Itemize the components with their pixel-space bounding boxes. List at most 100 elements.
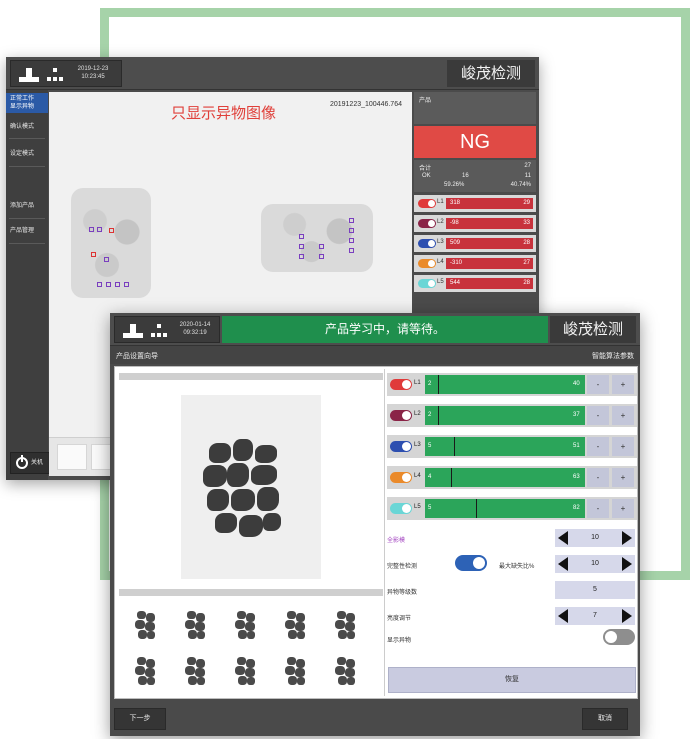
lane-plus-button[interactable]: +	[612, 375, 634, 394]
lane-minus-button[interactable]: -	[587, 375, 609, 394]
back-sidebar: 正常工作 显示异物 确认模式 设定模式 添加产品 产品管理	[6, 90, 48, 480]
product-thumbnail[interactable]	[229, 607, 265, 643]
lane-right-value: 28	[523, 280, 530, 286]
foreign-marker	[89, 227, 94, 232]
integrity-check-toggle[interactable]	[455, 555, 487, 571]
front-brand-title: 峻茂检测	[550, 316, 636, 343]
increase-arrow-icon[interactable]	[622, 557, 632, 571]
cancel-button[interactable]: 取消	[582, 708, 628, 730]
product-thumbnail[interactable]	[329, 607, 365, 643]
lane-threshold-marker[interactable]	[437, 406, 439, 425]
lane-plus-button[interactable]: +	[612, 406, 634, 425]
network-icon[interactable]	[47, 68, 63, 82]
back-date: 2019-12-23	[77, 66, 109, 72]
lane-toggle[interactable]	[418, 279, 436, 288]
machine-icon[interactable]	[19, 68, 39, 82]
learning-status-banner: 产品学习中，请等待。	[222, 316, 548, 343]
lane-range-bar[interactable]	[425, 499, 585, 518]
next-step-button[interactable]: 下一步	[114, 708, 166, 730]
lane-threshold-marker[interactable]	[437, 375, 439, 394]
lane-toggle[interactable]	[418, 259, 436, 268]
front-window: 2020-01-14 09:32:19 产品学习中，请等待。 峻茂检测 产品设置…	[110, 313, 640, 736]
sidebar-item-product-manage[interactable]: 产品管理	[6, 227, 48, 235]
reset-button[interactable]: 恢复	[388, 667, 636, 693]
lane-name: L4	[414, 473, 421, 479]
front-body: L1 2 40- + L2 2 37- + L3 5 51- + L4 4 63- + L5 5 82- + 全影模 …	[114, 366, 638, 699]
sidebar-item-label: 显示异物	[10, 104, 35, 110]
lane-threshold-marker[interactable]	[476, 499, 478, 518]
brightness-stepper[interactable]: 7	[555, 607, 635, 625]
lane-toggle[interactable]	[390, 410, 412, 421]
lane-low-value: 2	[428, 381, 432, 387]
product-thumbnail[interactable]	[279, 607, 315, 643]
product-thumbnail[interactable]	[179, 653, 215, 689]
lane-plus-button[interactable]: +	[612, 499, 634, 518]
sidebar-item-setting-mode[interactable]: 设定模式	[6, 150, 48, 158]
lane-minus-button[interactable]: -	[587, 468, 609, 487]
back-lane-list: L1 318 29 L2 -98 33 L3 509 28 L4 -310 27 L5 544 28	[414, 195, 536, 292]
product-label: 产品	[414, 92, 536, 124]
product-thumbnail[interactable]	[129, 607, 165, 643]
sidebar-item-confirm-mode[interactable]: 确认模式	[6, 123, 48, 131]
lane-right-value: 29	[523, 200, 530, 206]
lane-plus-button[interactable]: +	[612, 437, 634, 456]
preview-mid-bar	[119, 589, 383, 596]
lane-minus-button[interactable]: -	[587, 499, 609, 518]
back-header-icons: 2019-12-23 10:23:45	[10, 60, 122, 87]
foreign-marker	[106, 282, 111, 287]
product-thumbnail[interactable]	[179, 607, 215, 643]
all-shadow-stepper[interactable]: 10	[555, 529, 635, 547]
lane-toggle[interactable]	[418, 239, 436, 248]
inspection-image-code: 20191223_100446.764	[329, 101, 402, 108]
product-thumbnail[interactable]	[279, 653, 315, 689]
lane-row-l3: L3 509 28	[414, 235, 536, 252]
network-icon[interactable]	[151, 324, 167, 338]
lane-name: L1	[414, 380, 421, 386]
screenshot-stage: 2019-12-23 10:23:45 峻茂检测 正常工作 显示异物 确认模式 …	[0, 0, 699, 739]
back-brand-title: 峻茂检测	[447, 60, 535, 87]
lane-range-bar[interactable]	[425, 406, 585, 425]
thumbnail[interactable]	[57, 444, 87, 470]
foreign-marker	[299, 244, 304, 249]
lane-name: L5	[437, 279, 444, 285]
lane-high-value: 37	[573, 412, 580, 418]
product-thumbnail[interactable]	[129, 653, 165, 689]
lane-bar	[446, 218, 533, 229]
lane-plus-button[interactable]: +	[612, 468, 634, 487]
lane-range-bar[interactable]	[425, 437, 585, 456]
machine-icon[interactable]	[123, 324, 143, 338]
statistics-box: 合计 27 OK 16 11 59.26% 40.74%	[414, 160, 536, 192]
lane-range-bar[interactable]	[425, 375, 585, 394]
lane-toggle[interactable]	[390, 441, 412, 452]
lane-toggle[interactable]	[390, 472, 412, 483]
foreign-marker	[124, 282, 129, 287]
lane-toggle[interactable]	[418, 199, 436, 208]
sidebar-item-add-product[interactable]: 添加产品	[6, 202, 48, 210]
increase-arrow-icon[interactable]	[622, 609, 632, 623]
show-foreign-toggle[interactable]	[603, 629, 635, 645]
max-defect-stepper[interactable]: 10	[555, 555, 635, 573]
product-thumbnail-grid	[121, 601, 383, 693]
lane-threshold-marker[interactable]	[453, 437, 455, 456]
lane-name: L5	[414, 504, 421, 510]
lane-toggle[interactable]	[390, 379, 412, 390]
foreign-level-value[interactable]: 5	[555, 581, 635, 599]
xray-product-left	[71, 188, 151, 298]
back-result-panel: 产品 NG 合计 27 OK 16 11 59.26% 40.74% L1 318…	[414, 92, 536, 292]
sidebar-item-normal-work[interactable]: 正常工作 显示异物	[6, 93, 48, 113]
lane-minus-button[interactable]: -	[587, 406, 609, 425]
lane-threshold-marker[interactable]	[450, 468, 452, 487]
lane-toggle[interactable]	[390, 503, 412, 514]
product-thumbnail[interactable]	[329, 653, 365, 689]
lane-toggle[interactable]	[418, 219, 436, 228]
lane-minus-button[interactable]: -	[587, 437, 609, 456]
product-thumbnail[interactable]	[229, 653, 265, 689]
smart-algorithm-params-link[interactable]: 智能算法参数	[592, 351, 634, 361]
foreign-marker	[91, 252, 96, 257]
inspection-image-title: 只显示异物图像	[171, 105, 277, 122]
increase-arrow-icon[interactable]	[622, 531, 632, 545]
total-value: 27	[524, 163, 531, 169]
lane-row-l2: L2 -98 33	[414, 215, 536, 232]
product-cluster	[199, 435, 289, 545]
lane-range-bar[interactable]	[425, 468, 585, 487]
